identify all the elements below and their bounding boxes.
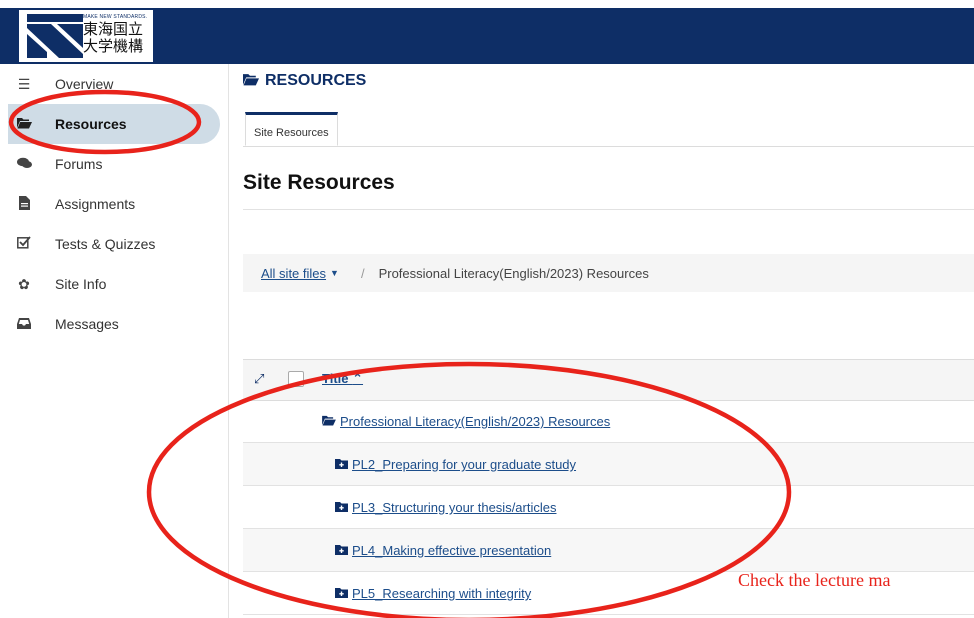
list-icon: ☰ [17, 75, 31, 92]
folder-name: Professional Literacy(English/2023) Reso… [340, 414, 611, 429]
file-icon [14, 195, 34, 213]
folder-name: PL2_Preparing for your graduate study [352, 457, 577, 472]
folder-name: PL4_Making effective presentation [352, 543, 552, 558]
sidebar-item-site-info[interactable]: ✿ Site Info [0, 264, 228, 304]
logo-name-line1: 東海国立 [83, 20, 144, 38]
sidebar-item-label: Overview [55, 76, 114, 92]
check-square-icon [14, 236, 34, 252]
sidebar: ☰ Overview Resources Forums Assignments … [0, 64, 229, 618]
sidebar-item-label: Assignments [55, 196, 136, 212]
folder-link-pl4[interactable]: PL4_Making effective presentation [335, 543, 551, 558]
university-logo[interactable]: MAKE NEW STANDARDS. 東海国立 大学機構 [19, 10, 153, 62]
annotation-text: Check the lecture ma [738, 570, 891, 590]
folder-plus-icon [335, 501, 348, 515]
folder-plus-icon [335, 587, 348, 601]
main-content: RESOURCES Site Resources Site Resources … [243, 64, 974, 618]
sidebar-item-resources[interactable]: Resources [8, 104, 220, 144]
title-column-header[interactable]: Title ⌃ [322, 371, 363, 387]
folder-plus-icon [335, 458, 348, 472]
section-title: Site Resources [243, 171, 395, 194]
tab-bar: Site Resources [243, 112, 974, 147]
sidebar-item-label: Messages [55, 316, 119, 332]
folder-plus-icon [335, 544, 348, 558]
sidebar-item-tests-quizzes[interactable]: Tests & Quizzes [0, 224, 228, 264]
select-all-checkbox[interactable] [288, 371, 304, 387]
gear-icon: ✿ [18, 275, 30, 292]
page-title-text: RESOURCES [265, 72, 367, 89]
folder-link-pl3[interactable]: PL3_Structuring your thesis/articles [335, 500, 556, 515]
inbox-icon [14, 316, 34, 332]
title-column-label: Title [322, 371, 349, 386]
page-title: RESOURCES [243, 72, 366, 90]
folder-open-icon [14, 116, 34, 132]
table-row: PL2_Preparing for your graduate study [243, 443, 974, 486]
folder-open-icon [322, 415, 336, 429]
table-header: ⤢ Title ⌃ [243, 359, 974, 401]
sort-up-icon: ⌃ [352, 371, 364, 386]
breadcrumb-current: Professional Literacy(English/2023) Reso… [378, 265, 649, 281]
breadcrumb-separator: / [360, 265, 365, 281]
expand-icon[interactable]: ⤢ [254, 371, 264, 387]
folder-open-icon [243, 73, 259, 90]
caret-down-icon[interactable]: ▼ [330, 268, 339, 278]
table-row: Professional Literacy(English/2023) Reso… [243, 400, 974, 443]
divider [243, 209, 974, 210]
sidebar-item-messages[interactable]: Messages [0, 304, 228, 344]
folder-link-pl2[interactable]: PL2_Preparing for your graduate study [335, 457, 576, 472]
sidebar-item-assignments[interactable]: Assignments [0, 184, 228, 224]
breadcrumb: All site files ▼ / Professional Literacy… [243, 254, 974, 292]
logo-name-line2: 大学機構 [83, 37, 144, 55]
logo-mark-icon [27, 14, 83, 58]
sidebar-item-forums[interactable]: Forums [0, 144, 228, 184]
table-row: PL4_Making effective presentation [243, 529, 974, 572]
sidebar-item-label: Site Info [55, 276, 107, 292]
comments-icon [14, 156, 34, 172]
folder-link-pl5[interactable]: PL5_Researching with integrity [335, 586, 531, 601]
sidebar-item-label: Resources [55, 116, 127, 132]
sidebar-item-label: Forums [55, 156, 103, 172]
folder-link-root[interactable]: Professional Literacy(English/2023) Reso… [322, 414, 610, 429]
sidebar-item-label: Tests & Quizzes [55, 236, 156, 252]
top-white-strip [0, 0, 974, 8]
folder-name: PL3_Structuring your thesis/articles [352, 500, 557, 515]
all-site-files-dropdown[interactable]: All site files [261, 266, 326, 281]
tab-site-resources[interactable]: Site Resources [245, 112, 338, 146]
sidebar-item-overview[interactable]: ☰ Overview [0, 64, 228, 104]
folder-name: PL5_Researching with integrity [352, 586, 532, 601]
table-row: PL3_Structuring your thesis/articles [243, 486, 974, 529]
